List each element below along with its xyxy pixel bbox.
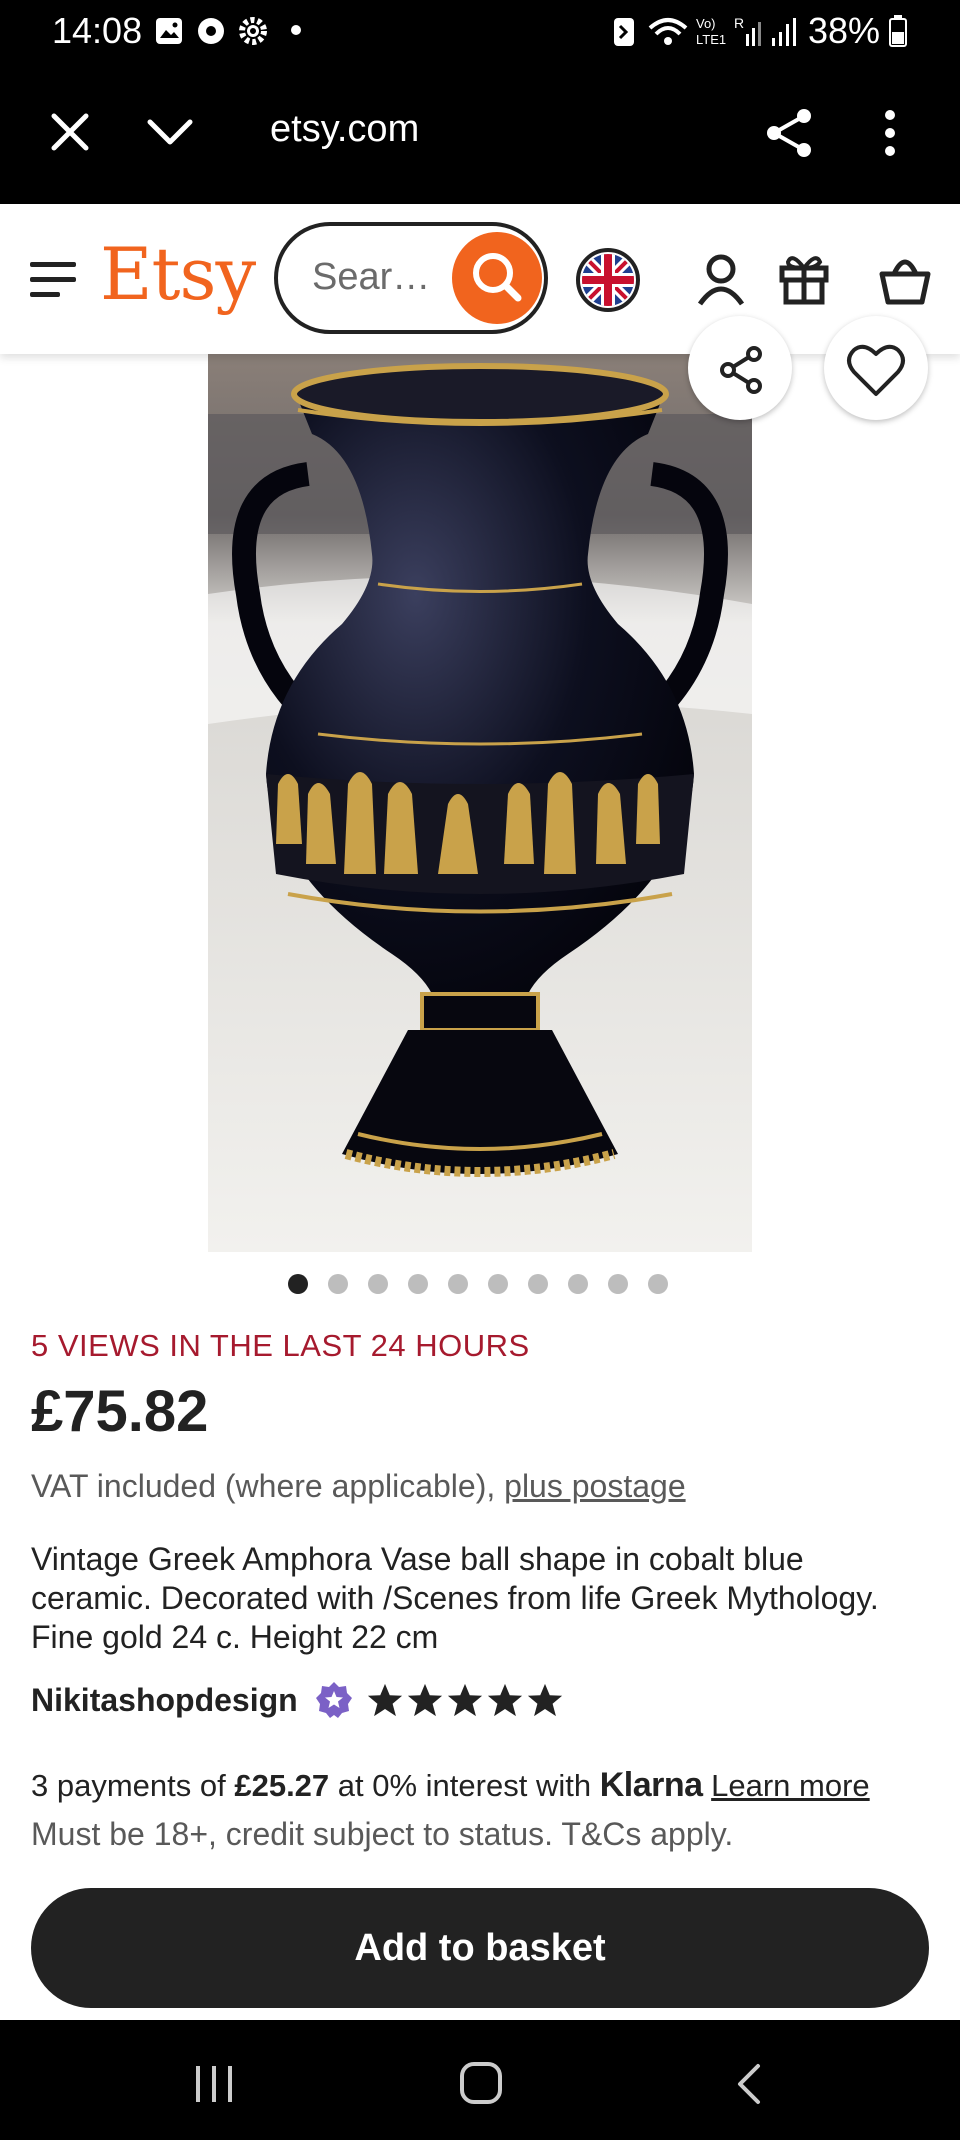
product-image[interactable] xyxy=(208,354,752,1252)
svg-text:R: R xyxy=(734,15,744,31)
klarna-logo: Klarna xyxy=(599,1766,703,1804)
carousel-dot[interactable] xyxy=(448,1274,468,1294)
klarna-offer: 3 payments of £25.27 at 0% interest with… xyxy=(31,1766,870,1805)
etsy-logo[interactable]: Etsy xyxy=(100,232,256,316)
product-title: Vintage Greek Amphora Vase ball shape in… xyxy=(31,1541,879,1655)
share-product-button[interactable] xyxy=(688,316,792,420)
wifi-icon xyxy=(648,18,688,45)
system-nav-bar xyxy=(0,2020,960,2140)
shop-name-link[interactable]: Nikitashopdesign xyxy=(31,1682,298,1719)
share-icon[interactable] xyxy=(764,106,814,160)
star-icon xyxy=(407,1683,442,1717)
image-carousel-dots[interactable] xyxy=(288,1274,668,1294)
status-time: 14:08 xyxy=(52,10,143,51)
search-icon xyxy=(473,253,522,302)
user-account-icon[interactable] xyxy=(696,252,746,308)
browser-toolbar: etsy.com xyxy=(0,64,960,204)
share-icon xyxy=(720,346,762,394)
shop-row: Nikitashopdesign xyxy=(31,1680,564,1720)
signal-r-icon: R xyxy=(734,15,761,46)
hamburger-menu-icon[interactable] xyxy=(30,260,78,300)
battery-percent: 38% xyxy=(808,10,881,51)
more-options-icon[interactable] xyxy=(878,108,902,158)
search-input[interactable]: Sear… xyxy=(274,222,548,334)
site-header: Etsy Sear… xyxy=(0,204,960,354)
settings-icon xyxy=(239,17,267,45)
star-icon xyxy=(487,1683,522,1717)
vat-note: VAT included (where applicable), plus po… xyxy=(31,1468,686,1505)
uk-flag-icon[interactable] xyxy=(576,248,640,312)
star-seller-badge-icon xyxy=(315,1682,352,1718)
chevron-down-icon[interactable] xyxy=(146,114,194,150)
volte-icon: Vo)LTE1 xyxy=(696,16,726,47)
klarna-disclaimer: Must be 18+, credit subject to status. T… xyxy=(31,1816,734,1852)
gift-icon[interactable] xyxy=(778,250,830,306)
gallery-icon xyxy=(156,18,182,44)
basket-icon[interactable] xyxy=(878,256,932,306)
carousel-dot[interactable] xyxy=(288,1274,308,1294)
carousel-dot[interactable] xyxy=(528,1274,548,1294)
vat-text: VAT included (where applicable), xyxy=(31,1468,505,1504)
add-to-basket-button[interactable]: Add to basket xyxy=(31,1888,929,2008)
carousel-dot[interactable] xyxy=(608,1274,628,1294)
klarna-middle: at 0% interest with xyxy=(329,1768,600,1803)
views-badge: 5 VIEWS IN THE LAST 24 HOURS xyxy=(31,1328,530,1363)
status-bar: 14:08 Vo) LTE1 R 38% xyxy=(0,0,960,64)
carousel-dot[interactable] xyxy=(488,1274,508,1294)
chrome-icon xyxy=(198,18,224,44)
carousel-dot[interactable] xyxy=(328,1274,348,1294)
battery-icon xyxy=(889,15,907,47)
svg-text:Vo): Vo) xyxy=(696,16,716,31)
favourite-button[interactable] xyxy=(824,316,928,420)
plus-postage-link[interactable]: plus postage xyxy=(504,1468,685,1504)
carousel-dot[interactable] xyxy=(568,1274,588,1294)
url-text[interactable]: etsy.com xyxy=(270,108,419,151)
heart-icon xyxy=(847,344,905,396)
search-button[interactable] xyxy=(452,232,542,324)
rating-stars xyxy=(366,1681,564,1719)
learn-more-link[interactable]: Learn more xyxy=(711,1768,870,1803)
close-icon[interactable] xyxy=(50,112,90,152)
klarna-amount: £25.27 xyxy=(234,1768,330,1803)
klarna-prefix: 3 payments of xyxy=(31,1768,235,1803)
carousel-dot[interactable] xyxy=(408,1274,428,1294)
carousel-dot[interactable] xyxy=(648,1274,668,1294)
carousel-dot[interactable] xyxy=(368,1274,388,1294)
recent-apps-icon[interactable] xyxy=(192,2064,236,2104)
star-icon xyxy=(447,1683,482,1717)
home-icon[interactable] xyxy=(458,2060,504,2106)
product-price: £75.82 xyxy=(31,1379,209,1444)
search-placeholder: Sear… xyxy=(312,256,431,298)
data-saver-icon xyxy=(614,18,634,46)
notification-dot-icon xyxy=(291,25,301,35)
back-icon[interactable] xyxy=(734,2062,764,2106)
star-icon xyxy=(367,1683,402,1717)
amphora-vase-image xyxy=(208,354,752,1252)
star-icon xyxy=(527,1683,562,1717)
svg-text:LTE1: LTE1 xyxy=(696,32,726,47)
signal-icon xyxy=(772,18,796,46)
